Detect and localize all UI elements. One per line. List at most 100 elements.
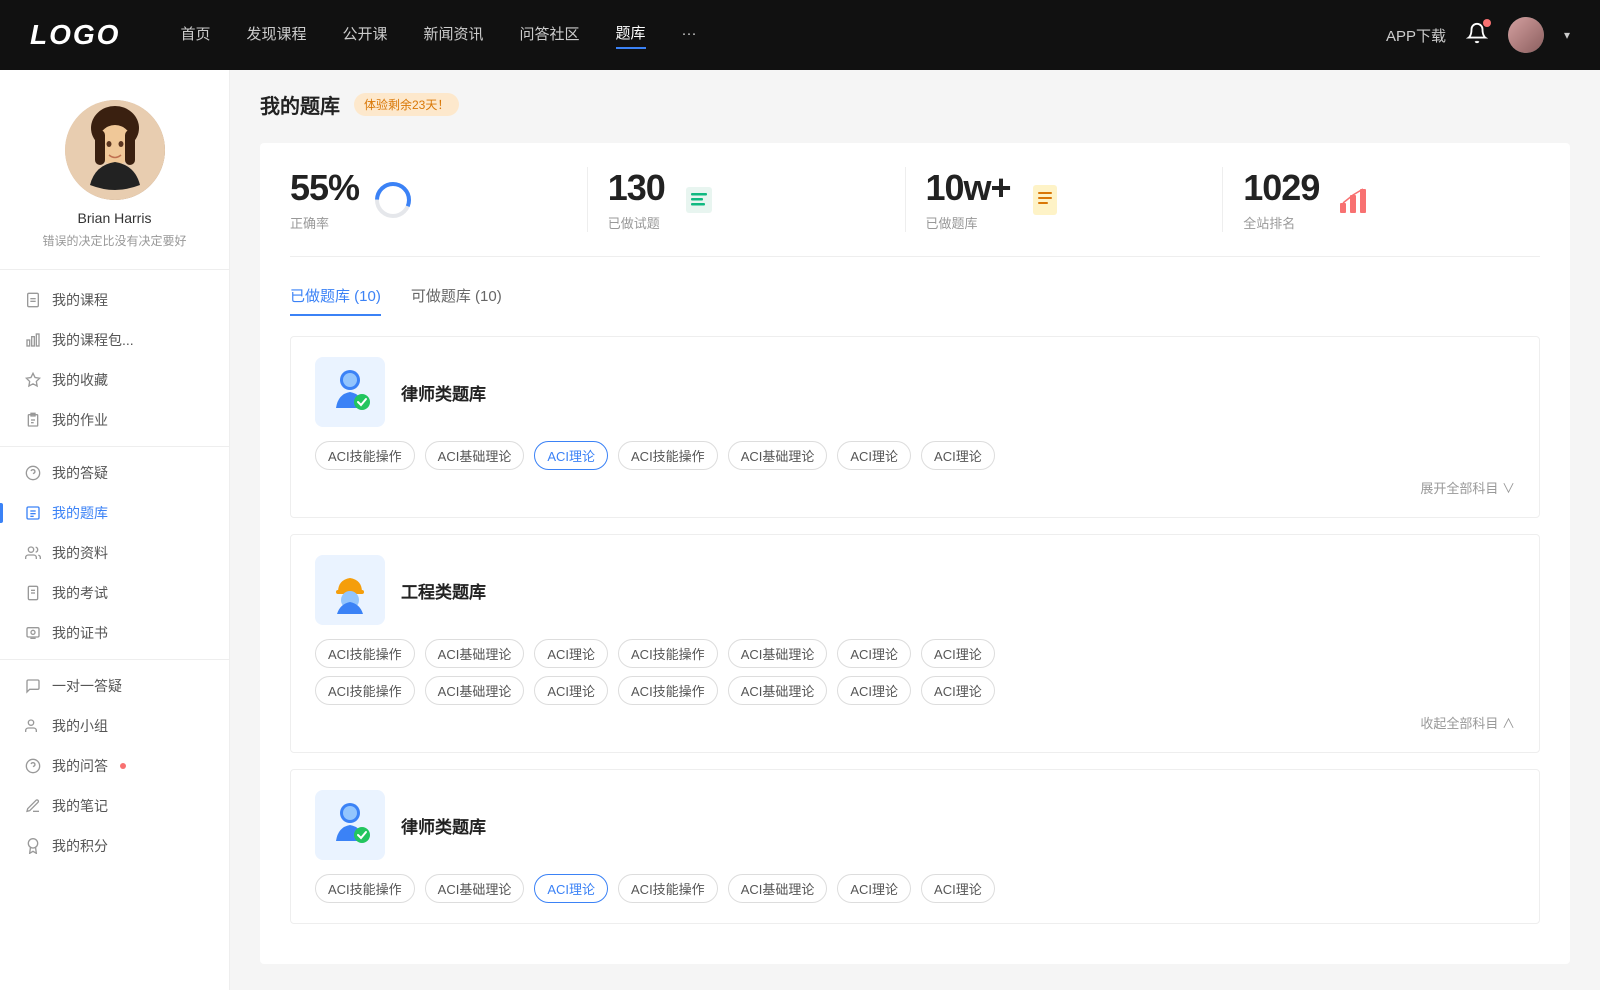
user-name: Brian Harris xyxy=(78,210,152,226)
stats-row: 55% 正确率 130 已做试题 xyxy=(290,167,1540,257)
bank-title-lawyer-2: 律师类题库 xyxy=(401,813,486,838)
bank-tag[interactable]: ACI技能操作 xyxy=(618,639,718,668)
profile-avatar xyxy=(65,100,165,200)
bank-tag[interactable]: ACI理论 xyxy=(837,874,911,903)
bank-tag[interactable]: ACI基础理论 xyxy=(425,676,525,705)
bank-collapse-button[interactable]: 收起全部科目 ∧ xyxy=(315,713,1515,732)
logo[interactable]: LOGO xyxy=(30,19,120,51)
trial-badge: 体验剩余23天！ xyxy=(354,93,459,116)
sidebar: Brian Harris 错误的决定比没有决定要好 我的课程 我的课程包... xyxy=(0,70,230,990)
sidebar-item-notes[interactable]: 我的笔记 xyxy=(0,786,229,826)
bank-tag[interactable]: ACI技能操作 xyxy=(315,639,415,668)
bank-tag[interactable]: ACI基础理论 xyxy=(425,441,525,470)
sidebar-divider xyxy=(0,446,229,447)
sidebar-label: 我的积分 xyxy=(52,836,108,856)
lawyer-icon xyxy=(324,366,376,418)
sidebar-item-group[interactable]: 我的小组 xyxy=(0,706,229,746)
avatar[interactable] xyxy=(1508,17,1544,53)
sidebar-label: 我的题库 xyxy=(52,503,108,523)
sidebar-label: 一对一答疑 xyxy=(52,676,122,696)
sidebar-item-exam[interactable]: 我的考试 xyxy=(0,573,229,613)
chat-icon xyxy=(24,677,42,695)
bank-tag[interactable]: ACI理论 xyxy=(534,639,608,668)
avatar-chevron[interactable]: ▾ xyxy=(1564,28,1570,42)
navbar: LOGO 首页 发现课程 公开课 新闻资讯 问答社区 题库 ··· APP下载 … xyxy=(0,0,1600,70)
avatar-portrait xyxy=(65,100,165,200)
sidebar-item-my-qa[interactable]: 我的问答 xyxy=(0,746,229,786)
bank-tag[interactable]: ACI技能操作 xyxy=(618,874,718,903)
bank-tag-highlighted[interactable]: ACI理论 xyxy=(534,441,608,470)
bank-tags-lawyer-2: ACI技能操作 ACI基础理论 ACI理论 ACI技能操作 ACI基础理论 AC… xyxy=(315,874,1515,903)
sidebar-item-homework[interactable]: 我的作业 xyxy=(0,400,229,440)
sidebar-item-quiz-bank[interactable]: 我的题库 xyxy=(0,493,229,533)
sidebar-item-profile[interactable]: 我的资料 xyxy=(0,533,229,573)
sidebar-label: 我的课程包... xyxy=(52,330,134,350)
sidebar-item-certificate[interactable]: 我的证书 xyxy=(0,613,229,653)
stat-value-accuracy: 55% 正确率 xyxy=(290,167,359,232)
nav-courses[interactable]: 发现课程 xyxy=(246,23,306,48)
document-icon xyxy=(24,291,42,309)
bar-chart-icon xyxy=(1334,181,1372,219)
bank-tag[interactable]: ACI技能操作 xyxy=(315,441,415,470)
certificate-icon xyxy=(24,624,42,642)
nav-quiz[interactable]: 题库 xyxy=(616,22,646,49)
bank-tag[interactable]: ACI技能操作 xyxy=(315,676,415,705)
bank-tag[interactable]: ACI技能操作 xyxy=(618,676,718,705)
stat-value-banks: 10w+ 已做题库 xyxy=(926,167,1011,232)
question-icon xyxy=(24,464,42,482)
bank-tag[interactable]: ACI理论 xyxy=(921,676,995,705)
tabs-row: 已做题库 (10) 可做题库 (10) xyxy=(290,285,1540,316)
nav-home[interactable]: 首页 xyxy=(180,23,210,48)
nav-news[interactable]: 新闻资讯 xyxy=(424,23,484,48)
profile-icon xyxy=(24,544,42,562)
sidebar-item-1on1[interactable]: 一对一答疑 xyxy=(0,666,229,706)
notification-badge xyxy=(120,763,126,769)
bank-tag[interactable]: ACI基础理论 xyxy=(425,874,525,903)
bank-tag[interactable]: ACI理论 xyxy=(837,639,911,668)
tab-done-banks[interactable]: 已做题库 (10) xyxy=(290,285,381,316)
nav-qa[interactable]: 问答社区 xyxy=(520,23,580,48)
page-header: 我的题库 体验剩余23天！ xyxy=(260,90,1570,119)
bank-tag[interactable]: ACI技能操作 xyxy=(618,441,718,470)
sidebar-item-course-package[interactable]: 我的课程包... xyxy=(0,320,229,360)
list-chart-icon xyxy=(680,181,718,219)
bank-tag[interactable]: ACI理论 xyxy=(921,441,995,470)
nav-open-course[interactable]: 公开课 xyxy=(342,23,387,48)
bank-tag-highlighted[interactable]: ACI理论 xyxy=(534,874,608,903)
bank-tag[interactable]: ACI基础理论 xyxy=(728,441,828,470)
bank-tag[interactable]: ACI理论 xyxy=(921,639,995,668)
sidebar-item-favorites[interactable]: 我的收藏 xyxy=(0,360,229,400)
bank-tags-lawyer-1: ACI技能操作 ACI基础理论 ACI理论 ACI技能操作 ACI基础理论 AC… xyxy=(315,441,1515,470)
sidebar-item-my-courses[interactable]: 我的课程 xyxy=(0,280,229,320)
bank-tag[interactable]: ACI基础理论 xyxy=(728,676,828,705)
bank-tag[interactable]: ACI理论 xyxy=(837,441,911,470)
bank-expand-button[interactable]: 展开全部科目 ∨ xyxy=(315,478,1515,497)
stat-done-questions: 130 已做试题 xyxy=(588,167,906,232)
bank-card-lawyer-1: 律师类题库 ACI技能操作 ACI基础理论 ACI理论 ACI技能操作 ACI基… xyxy=(290,336,1540,518)
sidebar-item-points[interactable]: 我的积分 xyxy=(0,826,229,866)
bank-tag[interactable]: ACI技能操作 xyxy=(315,874,415,903)
bank-title-engineer: 工程类题库 xyxy=(401,578,486,603)
bank-tag[interactable]: ACI理论 xyxy=(534,676,608,705)
sidebar-label: 我的问答 xyxy=(52,756,108,776)
sidebar-label: 我的资料 xyxy=(52,543,108,563)
main-content: 我的题库 体验剩余23天！ 55% 正确率 xyxy=(230,70,1600,990)
notification-bell[interactable] xyxy=(1466,22,1488,48)
stat-done-banks: 10w+ 已做题库 xyxy=(906,167,1224,232)
bank-tag[interactable]: ACI理论 xyxy=(921,874,995,903)
bank-tag[interactable]: ACI基础理论 xyxy=(728,874,828,903)
avatar-image xyxy=(1508,17,1544,53)
bank-tag[interactable]: ACI基础理论 xyxy=(425,639,525,668)
navbar-right: APP下载 ▾ xyxy=(1386,17,1570,53)
star-icon xyxy=(24,371,42,389)
tab-available-banks[interactable]: 可做题库 (10) xyxy=(411,285,502,316)
nav-more[interactable]: ··· xyxy=(682,25,697,46)
app-download-button[interactable]: APP下载 xyxy=(1386,25,1446,46)
sidebar-label: 我的证书 xyxy=(52,623,108,643)
bank-icon xyxy=(1025,180,1065,220)
bank-tag[interactable]: ACI基础理论 xyxy=(728,639,828,668)
navbar-menu: 首页 发现课程 公开课 新闻资讯 问答社区 题库 ··· xyxy=(180,22,1386,49)
bank-tag[interactable]: ACI理论 xyxy=(837,676,911,705)
sidebar-item-qa[interactable]: 我的答疑 xyxy=(0,453,229,493)
exam-icon xyxy=(24,584,42,602)
